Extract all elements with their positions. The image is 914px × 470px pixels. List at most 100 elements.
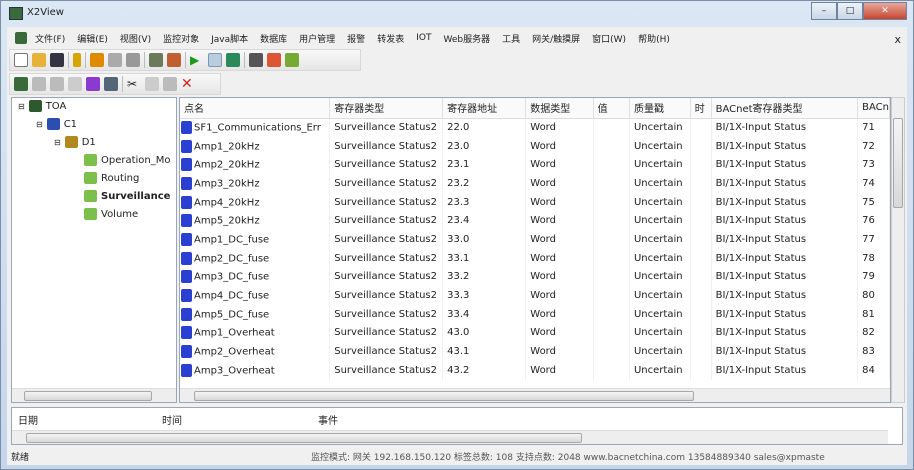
menu-item[interactable]: 窗口(W) bbox=[592, 32, 626, 45]
column-header[interactable]: 数据类型 bbox=[525, 98, 594, 119]
table-row[interactable]: Amp5_DC_fuse Surveillance Status2 33.4 Word… bbox=[180, 304, 890, 324]
menu-item[interactable]: 数据库 bbox=[260, 32, 287, 45]
mdi-doc-icon bbox=[15, 32, 27, 44]
menu-item[interactable]: Java脚本 bbox=[211, 32, 248, 45]
cell-text: Uncertain bbox=[633, 215, 683, 227]
table-cell: SF1_Communications_Err bbox=[180, 118, 331, 137]
bar-icon[interactable] bbox=[285, 53, 299, 67]
table-cell bbox=[690, 323, 712, 343]
table-row[interactable]: Amp2_DC_fuse Surveillance Status2 33.1 Word… bbox=[180, 248, 890, 268]
table-row[interactable]: SF1_Communications_Err Surveillance Statu… bbox=[180, 118, 890, 137]
table-cell: Amp3_Overheat bbox=[180, 360, 331, 380]
tree-group[interactable]: Operation_Mo bbox=[84, 154, 171, 166]
table-row[interactable]: Amp5_20kHz Surveillance Status2 23.4 Word Un… bbox=[180, 211, 890, 231]
table-row[interactable]: Amp1_20kHz Surveillance Status2 23.0 Word Un… bbox=[180, 136, 890, 156]
column-header[interactable]: 点名 bbox=[180, 98, 331, 119]
menu-item[interactable]: 报警 bbox=[347, 32, 365, 45]
close-button[interactable]: ✕ bbox=[863, 2, 907, 20]
table-row[interactable]: Amp3_DC_fuse Surveillance Status2 33.2 Word… bbox=[180, 267, 890, 287]
chart-icon[interactable] bbox=[267, 53, 281, 67]
column-header[interactable]: 值 bbox=[593, 98, 630, 119]
copy-icon[interactable] bbox=[145, 77, 159, 91]
tree-channel[interactable]: ⊟ C1 bbox=[36, 118, 77, 130]
connect-icon[interactable] bbox=[226, 53, 240, 67]
column-header[interactable]: 寄存器类型 bbox=[329, 98, 444, 119]
tree-device[interactable]: ⊟ D1 bbox=[54, 136, 96, 148]
cell-text: BI/1X-Input Status bbox=[715, 233, 807, 245]
menu-item[interactable]: 文件(F) bbox=[35, 32, 65, 45]
table-row[interactable]: Amp3_Overheat Surveillance Status2 43.2 Wor… bbox=[180, 360, 890, 380]
menu-item[interactable]: 用户管理 bbox=[299, 32, 335, 45]
table-row[interactable]: Amp2_20kHz Surveillance Status2 23.1 Word Un… bbox=[180, 155, 890, 175]
cell-text: Uncertain bbox=[633, 290, 683, 302]
menu-item[interactable]: 监控对象 bbox=[163, 32, 199, 45]
column-header[interactable]: 质量戳 bbox=[629, 98, 691, 119]
tools-icon[interactable] bbox=[249, 53, 263, 67]
mdi-close-button[interactable]: x bbox=[894, 33, 901, 46]
table-vscrollbar[interactable] bbox=[891, 97, 905, 403]
table-row[interactable]: Amp3_20kHz Surveillance Status2 23.2 Word Un… bbox=[180, 174, 890, 193]
cut-icon[interactable]: ✂ bbox=[127, 77, 141, 91]
table-cell: Amp1_20kHz bbox=[180, 136, 331, 156]
event-hscrollbar[interactable] bbox=[12, 430, 888, 444]
menu-item[interactable]: IOT bbox=[416, 33, 431, 43]
table-cell bbox=[690, 174, 712, 193]
event-col-time[interactable]: 时间 bbox=[162, 412, 182, 427]
stop-icon[interactable] bbox=[208, 53, 222, 67]
tree-group-selected[interactable]: Surveillance bbox=[84, 190, 170, 202]
menu-item[interactable]: 视图(V) bbox=[120, 32, 151, 45]
minimize-button[interactable]: – bbox=[811, 2, 837, 20]
menu-item[interactable]: 帮助(H) bbox=[638, 32, 670, 45]
open-icon[interactable] bbox=[32, 53, 46, 67]
menu-item[interactable]: 工具 bbox=[502, 32, 520, 45]
table-cell bbox=[593, 360, 630, 380]
column-header[interactable]: BACn bbox=[857, 98, 890, 119]
maximize-button[interactable]: □ bbox=[837, 2, 863, 20]
event-col-event[interactable]: 事件 bbox=[318, 412, 338, 427]
table-row[interactable]: Amp2_Overheat Surveillance Status2 43.1 Wor… bbox=[180, 342, 890, 361]
menu-item[interactable]: 编辑(E) bbox=[77, 32, 108, 45]
table-cell bbox=[690, 342, 712, 361]
tree-group[interactable]: Volume bbox=[84, 208, 138, 220]
cell-text: Amp1_Overheat bbox=[194, 327, 275, 339]
table-hscrollbar[interactable] bbox=[180, 388, 890, 402]
run-icon[interactable]: ▶ bbox=[190, 53, 204, 67]
menu-item[interactable]: 转发表 bbox=[377, 32, 404, 45]
tree-root[interactable]: ⊟ TOA bbox=[18, 100, 66, 112]
points-table: 点名 寄存器类型 寄存器地址 数据类型值质量戳时 BACnet寄存器类型 BACn SF1_… bbox=[180, 98, 890, 380]
cell-text: Uncertain bbox=[633, 122, 683, 134]
device-icon[interactable] bbox=[149, 53, 163, 67]
table-cell: Amp2_DC_fuse bbox=[180, 248, 331, 268]
table-cell: BI/1X-Input Status bbox=[711, 174, 859, 193]
menu-item[interactable]: 网关/触摸屏 bbox=[532, 32, 580, 45]
device-edit-icon[interactable] bbox=[167, 53, 181, 67]
paste-icon[interactable] bbox=[163, 77, 177, 91]
table-row[interactable]: Amp1_Overheat Surveillance Status2 43.0 Wor… bbox=[180, 323, 890, 343]
column-header[interactable]: 时 bbox=[690, 98, 712, 119]
table-cell bbox=[593, 136, 630, 156]
table-cell bbox=[690, 248, 712, 268]
table-cell: 43.1 bbox=[442, 342, 527, 361]
tree-hscrollbar[interactable] bbox=[12, 388, 176, 402]
save-icon[interactable] bbox=[50, 53, 64, 67]
event-col-date[interactable]: 日期 bbox=[18, 412, 38, 427]
column-header[interactable]: 寄存器地址 bbox=[442, 98, 527, 119]
delete-icon[interactable]: ✕ bbox=[181, 77, 195, 91]
new-icon[interactable] bbox=[14, 53, 28, 67]
window-icon[interactable] bbox=[104, 77, 118, 91]
tree-group[interactable]: Routing bbox=[84, 172, 139, 184]
up-icon[interactable] bbox=[90, 53, 104, 67]
table-cell: Amp2_20kHz bbox=[180, 155, 331, 175]
table-row[interactable]: Amp4_DC_fuse Surveillance Status2 33.3 Word… bbox=[180, 286, 890, 305]
plugin-icon[interactable] bbox=[86, 77, 100, 91]
table-row[interactable]: Amp1_DC_fuse Surveillance Status2 33.0 Word… bbox=[180, 230, 890, 249]
menu-item[interactable]: Web服务器 bbox=[443, 32, 490, 45]
cell-text: 80 bbox=[862, 290, 875, 302]
table-cell: Uncertain bbox=[629, 192, 691, 212]
tree-icon[interactable] bbox=[14, 77, 28, 91]
key-icon[interactable] bbox=[73, 53, 81, 67]
column-header[interactable]: BACnet寄存器类型 bbox=[711, 98, 859, 119]
point-icon bbox=[181, 251, 192, 265]
table-cell: BI/1X-Input Status bbox=[711, 267, 859, 287]
table-row[interactable]: Amp4_20kHz Surveillance Status2 23.3 Word Un… bbox=[180, 192, 890, 212]
